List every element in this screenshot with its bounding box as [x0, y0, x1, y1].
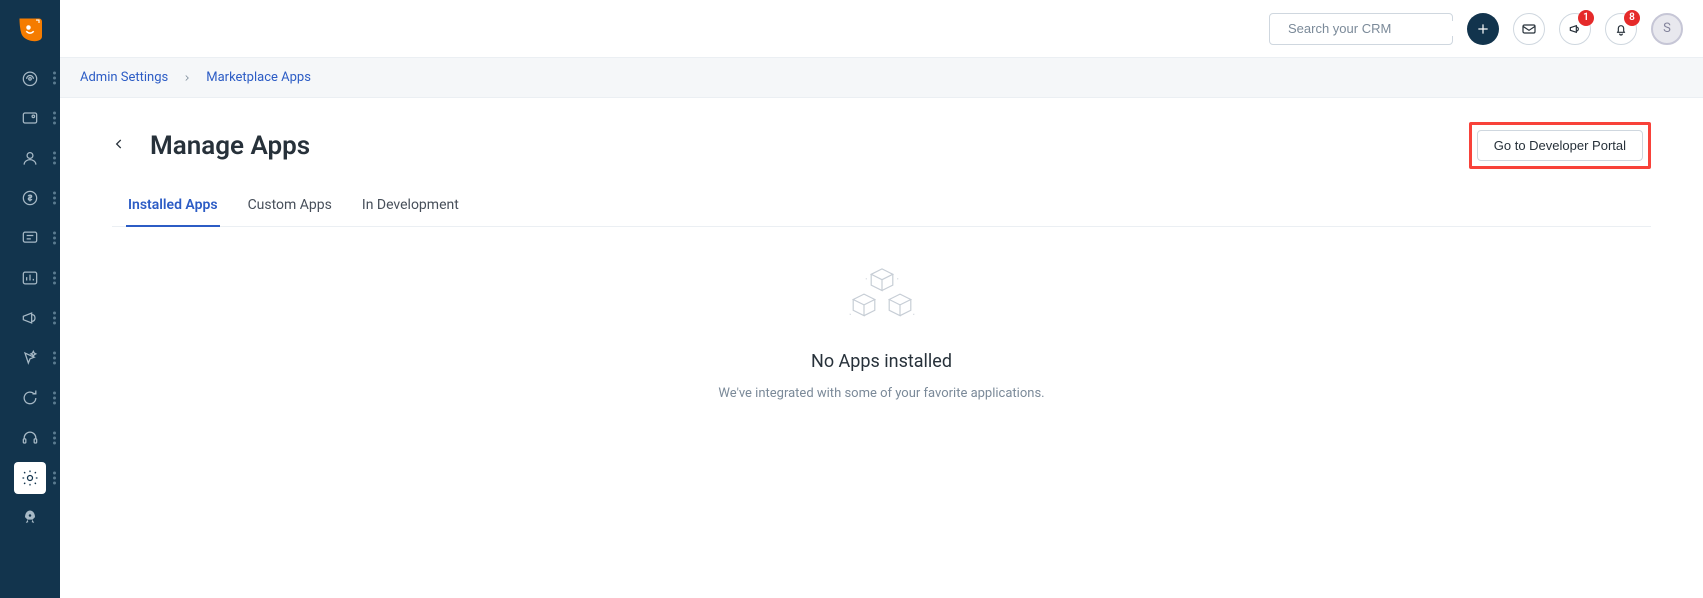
sidebar-sync[interactable] [0, 378, 60, 418]
search-input[interactable] [1288, 21, 1464, 36]
back-button[interactable] [112, 136, 126, 155]
app-root: 1 8 S Admin Settings Marketplace Apps Ma… [0, 0, 1703, 598]
sidebar-launch[interactable] [0, 498, 60, 538]
plus-icon [1475, 21, 1491, 37]
go-to-developer-portal-button[interactable]: Go to Developer Portal [1477, 130, 1643, 161]
bar-chart-icon [20, 268, 40, 288]
breadcrumb-marketplace-apps[interactable]: Marketplace Apps [206, 70, 311, 85]
tab-installed-apps[interactable]: Installed Apps [126, 197, 220, 227]
search-box[interactable] [1269, 13, 1453, 45]
cursor-star-icon [20, 348, 40, 368]
sidebar-revenue[interactable] [0, 178, 60, 218]
sidebar-reports[interactable] [0, 258, 60, 298]
rocket-icon [20, 508, 40, 528]
tabs: Installed Apps Custom Apps In Developmen… [112, 197, 1651, 227]
sidebar-support[interactable] [0, 418, 60, 458]
gear-icon [20, 468, 40, 488]
title-row: Manage Apps Go to Developer Portal [112, 122, 1651, 169]
sync-icon [20, 388, 40, 408]
announcements-badge: 1 [1578, 10, 1594, 26]
sidebar [0, 0, 60, 598]
top-header: 1 8 S [60, 0, 1703, 58]
notifications-button[interactable]: 8 [1605, 13, 1637, 45]
mail-button[interactable] [1513, 13, 1545, 45]
empty-state-title: No Apps installed [811, 351, 952, 372]
page-title: Manage Apps [150, 131, 310, 161]
empty-state: No Apps installed We've integrated with … [112, 227, 1651, 401]
chevron-left-icon [112, 137, 126, 151]
mail-icon [1521, 21, 1537, 37]
breadcrumb-admin-settings[interactable]: Admin Settings [80, 70, 168, 85]
dollar-icon [20, 188, 40, 208]
freshsales-logo-icon [15, 14, 45, 44]
sidebar-settings[interactable] [0, 458, 60, 498]
user-avatar[interactable]: S [1651, 13, 1683, 45]
brand-logo[interactable] [0, 0, 60, 58]
main-area: 1 8 S Admin Settings Marketplace Apps Ma… [60, 0, 1703, 598]
megaphone-icon [20, 308, 40, 328]
sidebar-chat[interactable] [0, 218, 60, 258]
empty-state-subtitle: We've integrated with some of your favor… [718, 386, 1044, 401]
content: Manage Apps Go to Developer Portal Insta… [60, 98, 1703, 598]
chevron-right-icon [182, 73, 192, 83]
chat-icon [20, 228, 40, 248]
tab-custom-apps[interactable]: Custom Apps [246, 197, 334, 227]
breadcrumb: Admin Settings Marketplace Apps [60, 58, 1703, 98]
sidebar-deals[interactable] [0, 98, 60, 138]
dev-portal-highlight: Go to Developer Portal [1469, 122, 1651, 169]
tab-in-development[interactable]: In Development [360, 197, 461, 227]
notifications-badge: 8 [1624, 10, 1640, 26]
quick-add-button[interactable] [1467, 13, 1499, 45]
boxes-icon [837, 263, 927, 327]
sidebar-automation[interactable] [0, 338, 60, 378]
sidebar-contacts[interactable] [0, 138, 60, 178]
announcements-button[interactable]: 1 [1559, 13, 1591, 45]
sidebar-dashboard[interactable] [0, 58, 60, 98]
card-icon [20, 108, 40, 128]
sidebar-campaigns[interactable] [0, 298, 60, 338]
gauge-icon [20, 68, 40, 88]
headset-icon [20, 428, 40, 448]
person-icon [20, 148, 40, 168]
